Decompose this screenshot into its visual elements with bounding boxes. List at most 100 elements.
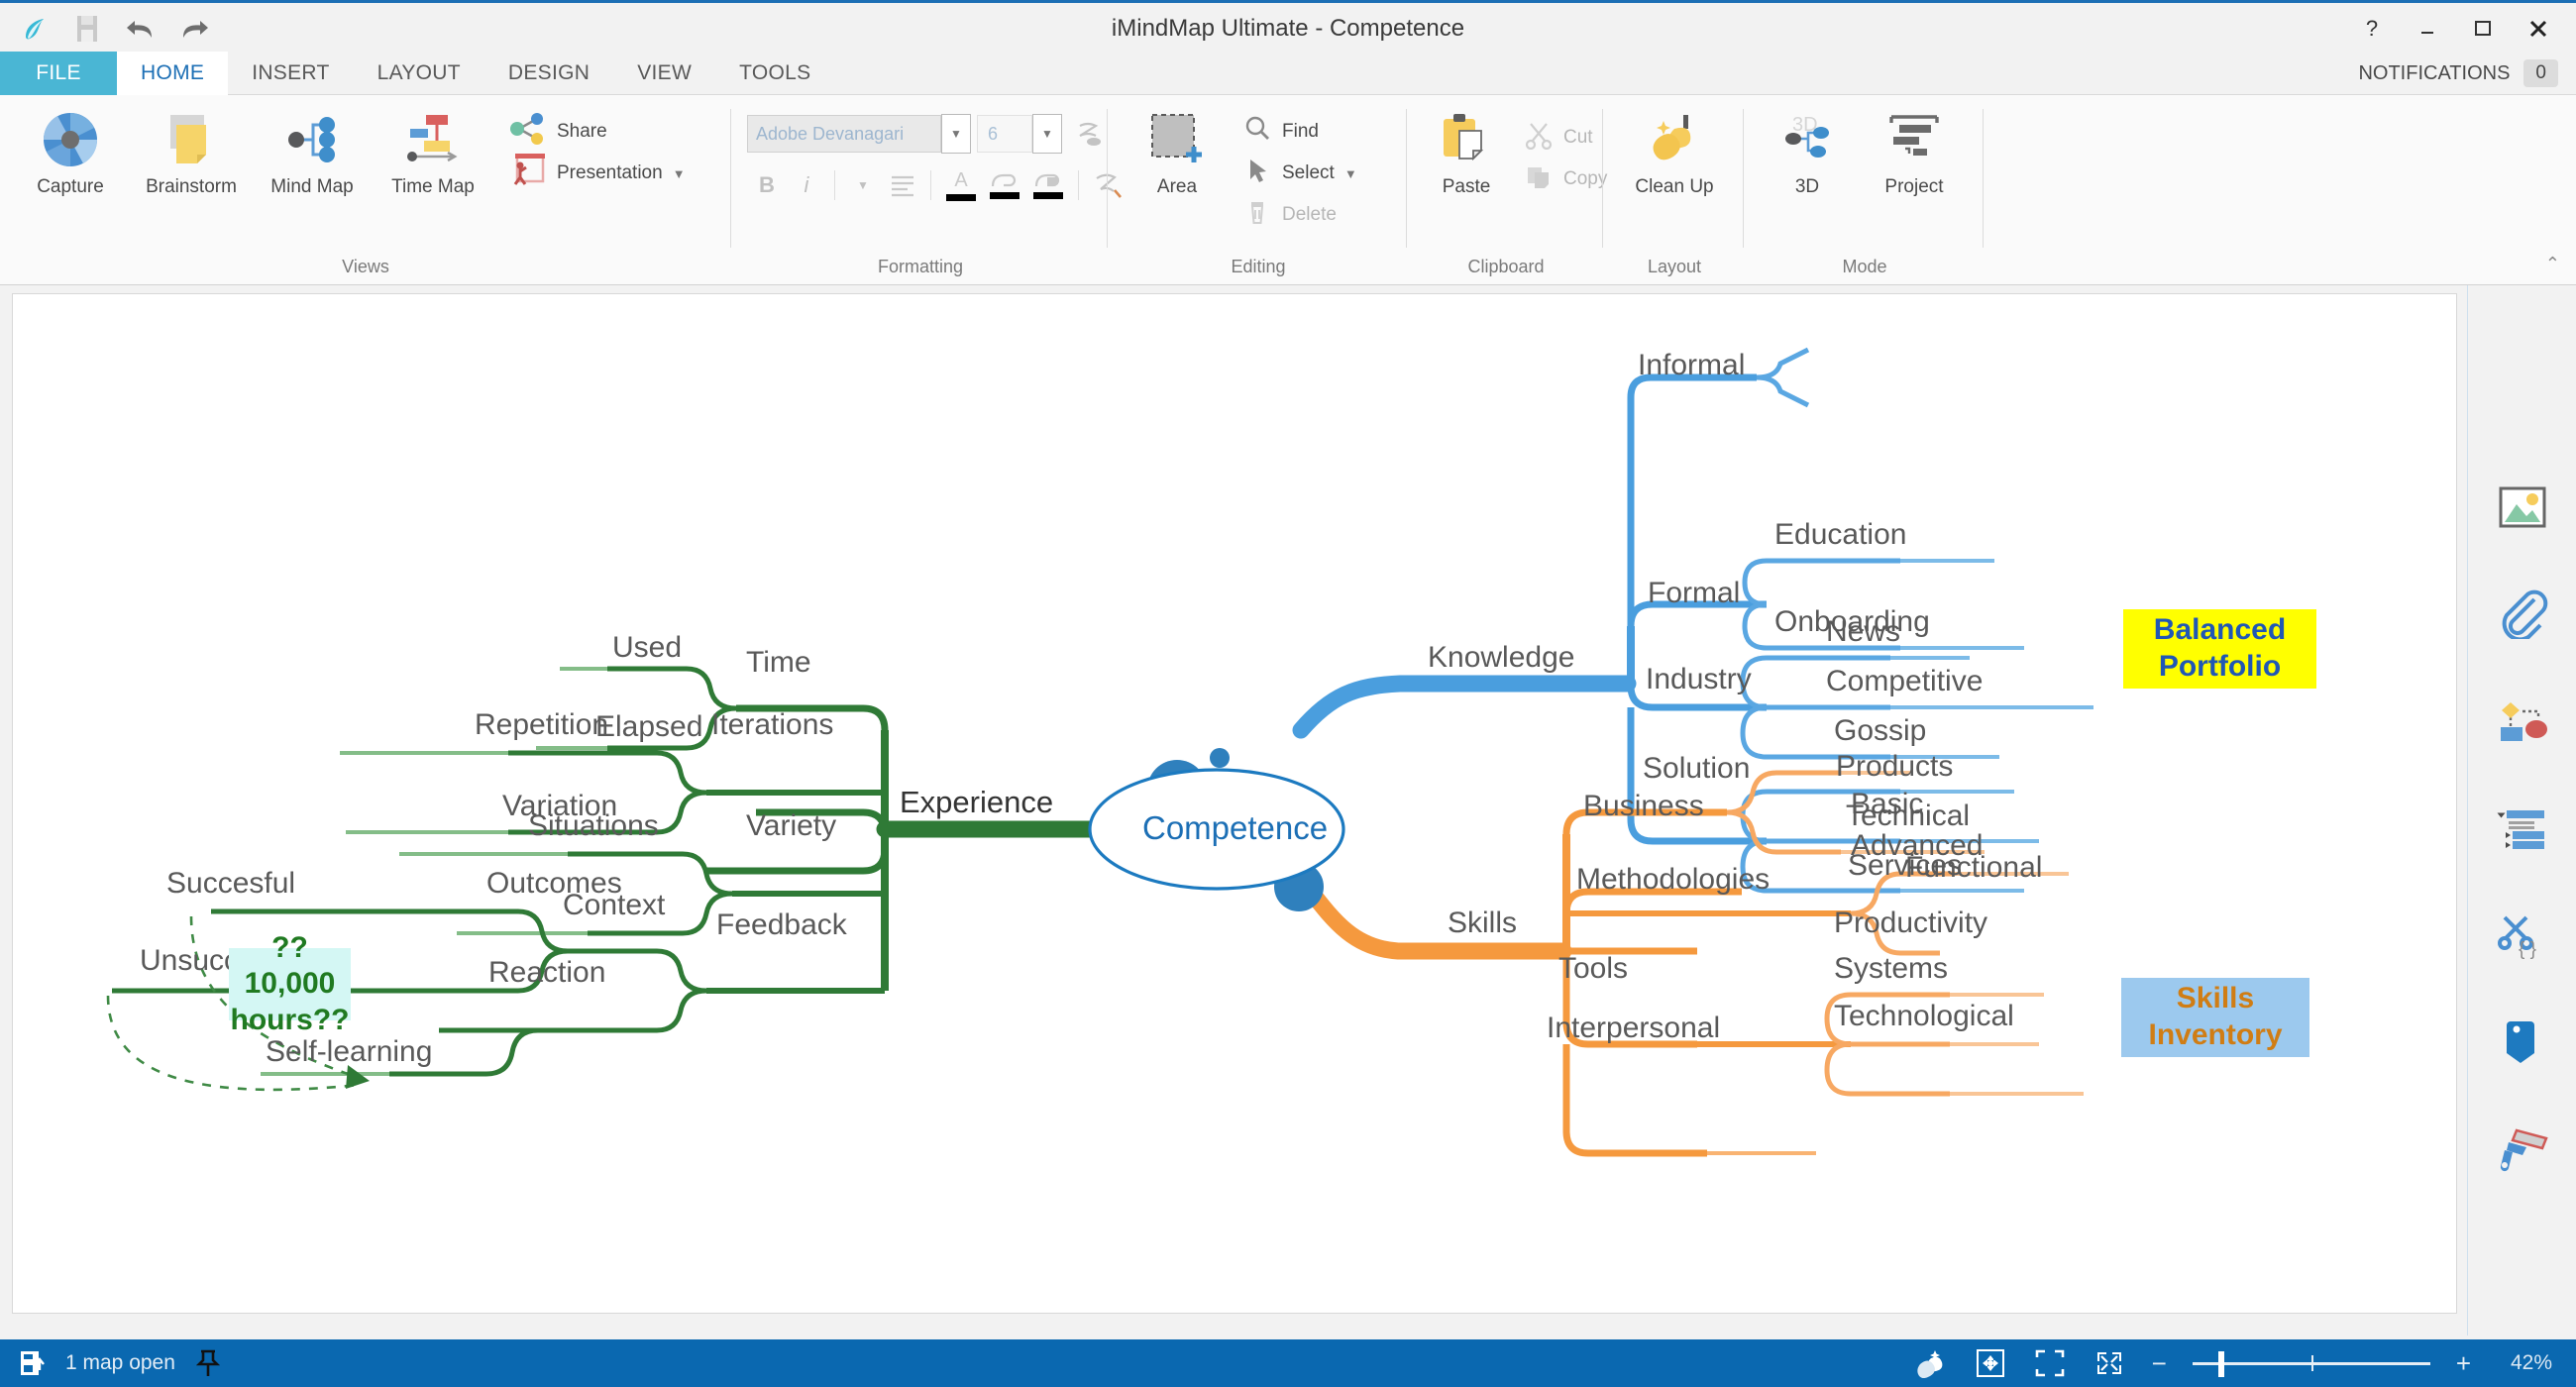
node-label-situations[interactable]: Situations (528, 809, 659, 843)
node-label-time[interactable]: Time (746, 646, 811, 680)
font-size-dropdown-icon[interactable]: ▼ (1032, 114, 1062, 154)
branch-color-button[interactable] (983, 164, 1026, 206)
node-label-succesful[interactable]: Succesful (166, 867, 295, 901)
timemap-button[interactable]: Time Map (373, 99, 493, 198)
branch-label-experience[interactable]: Experience (900, 785, 1053, 820)
node-label-used[interactable]: Used (612, 631, 682, 665)
zoom-slider[interactable] (2192, 1349, 2430, 1377)
textbox-skills-inventory[interactable]: Skills Inventory (2121, 978, 2309, 1057)
fullscreen-icon[interactable] (2093, 1346, 2126, 1380)
help-button[interactable]: ? (2344, 6, 2400, 52)
align-icon[interactable] (883, 164, 922, 206)
node-label-self-learning[interactable]: Self-learning (266, 1035, 432, 1069)
node-label-productivity[interactable]: Productivity (1834, 907, 1987, 940)
bold-button[interactable]: B (747, 164, 787, 206)
root-node-label[interactable]: Competence (1142, 809, 1328, 847)
node-label-education[interactable]: Education (1774, 518, 1906, 552)
node-label-informal[interactable]: Informal (1638, 349, 1745, 382)
brainstorm-button[interactable]: Brainstorm (131, 99, 252, 198)
tab-layout[interactable]: LAYOUT (354, 52, 484, 95)
mindmap-button[interactable]: Mind Map (252, 99, 373, 198)
presentation-button[interactable]: Presentation ▼ (499, 153, 694, 194)
notifications[interactable]: NOTIFICATIONS 0 (2358, 52, 2558, 95)
delete-button[interactable]: Delete (1234, 194, 1365, 236)
node-label-functional[interactable]: Functional (1905, 851, 2042, 885)
clean-up-button[interactable]: Clean Up (1613, 99, 1736, 198)
node-label-formal[interactable]: Formal (1648, 577, 1740, 610)
node-label-competitive[interactable]: Competitive (1826, 665, 1983, 698)
pin-icon[interactable] (191, 1346, 225, 1380)
line-spacing-icon[interactable] (1068, 113, 1108, 155)
textbox-hours[interactable]: ??10,000 hours?? (229, 931, 351, 1036)
font-size-input[interactable]: 6 (977, 115, 1032, 153)
node-label-basic[interactable]: Basic (1851, 788, 1923, 821)
select-chevron-down-icon[interactable]: ▼ (1344, 166, 1357, 181)
node-label-products[interactable]: Products (1836, 750, 1953, 784)
font-color-button[interactable]: A (939, 164, 983, 206)
ribbon-collapse-chevron-up-icon[interactable]: ⌃ (2545, 254, 2560, 274)
find-button[interactable]: Find (1234, 111, 1365, 153)
branch-label-knowledge[interactable]: Knowledge (1428, 641, 1574, 675)
tab-design[interactable]: DESIGN (484, 52, 613, 95)
align-dropdown-icon[interactable]: ▼ (843, 164, 883, 206)
node-label-gossip[interactable]: Gossip (1834, 714, 1926, 748)
node-label-elapsed[interactable]: Elapsed (595, 710, 702, 744)
zoom-slider-thumb[interactable] (2217, 1351, 2224, 1377)
minimize-button[interactable] (2400, 6, 2455, 52)
zoom-in-button[interactable]: + (2456, 1348, 2471, 1379)
select-button[interactable]: Select ▼ (1234, 153, 1365, 194)
tab-file[interactable]: FILE (0, 52, 117, 95)
flowchart-icon[interactable] (2491, 694, 2554, 749)
zoom-out-button[interactable]: − (2152, 1348, 2167, 1379)
node-label-tools[interactable]: Tools (1558, 952, 1628, 986)
node-label-iterations[interactable]: Iterations (711, 708, 833, 742)
center-map-icon[interactable] (1974, 1346, 2007, 1380)
brush-icon[interactable] (2491, 1121, 2554, 1177)
font-family-input[interactable]: Adobe Devanagari (747, 115, 941, 153)
node-label-news[interactable]: News (1826, 615, 1900, 649)
close-button[interactable] (2511, 6, 2566, 52)
clean-icon[interactable] (1914, 1346, 1948, 1380)
3d-button[interactable]: 3D 3D (1754, 99, 1861, 198)
presentation-chevron-down-icon[interactable]: ▼ (673, 166, 686, 181)
node-label-systems[interactable]: Systems (1834, 952, 1948, 986)
fill-color-button[interactable] (1026, 164, 1070, 206)
outline-icon[interactable] (2491, 800, 2554, 856)
node-label-solution[interactable]: Solution (1643, 752, 1750, 786)
node-label-outcomes[interactable]: Outcomes (486, 867, 622, 901)
tab-insert[interactable]: INSERT (228, 52, 353, 95)
mindmap-canvas[interactable]: Experience Time Used Elapsed Iterations … (12, 293, 2457, 1314)
node-label-industry[interactable]: Industry (1646, 663, 1752, 696)
capture-button[interactable]: Capture (10, 99, 131, 198)
textbox-balanced-portfolio[interactable]: Balanced Portfolio (2123, 609, 2316, 689)
maximize-button[interactable] (2455, 6, 2511, 52)
node-label-variety[interactable]: Variety (746, 809, 836, 843)
ribbon: Capture Brainstorm Mind Map Time Map Sha… (0, 95, 2576, 285)
snippet-scissors-icon[interactable]: { } (2491, 907, 2554, 963)
tab-view[interactable]: VIEW (613, 52, 715, 95)
image-icon[interactable] (2491, 480, 2554, 535)
area-button[interactable]: Area (1124, 99, 1231, 198)
node-label-methodologies[interactable]: Methodologies (1576, 863, 1770, 897)
node-label-repetition[interactable]: Repetition (475, 708, 608, 742)
font-family-dropdown-icon[interactable]: ▼ (941, 114, 971, 154)
node-label-feedback[interactable]: Feedback (716, 908, 847, 942)
tag-icon[interactable] (2491, 1014, 2554, 1070)
project-button[interactable]: Project (1861, 99, 1968, 198)
paperclip-icon[interactable] (2491, 587, 2554, 642)
cut-button[interactable]: Cut (1516, 117, 1615, 159)
tab-tools[interactable]: TOOLS (715, 52, 834, 95)
copy-button[interactable]: Copy (1516, 159, 1615, 200)
node-label-interpersonal[interactable]: Interpersonal (1547, 1012, 1720, 1045)
italic-button[interactable]: i (787, 164, 826, 206)
fit-screen-icon[interactable] (2033, 1346, 2067, 1380)
share-button[interactable]: Share (499, 111, 694, 153)
paste-button[interactable]: Paste (1419, 99, 1514, 198)
map-open-icon[interactable] (16, 1346, 50, 1380)
node-label-technological[interactable]: Technological (1834, 1000, 2014, 1033)
tab-home[interactable]: HOME (117, 52, 229, 95)
branch-label-skills[interactable]: Skills (1448, 907, 1517, 940)
node-label-reaction[interactable]: Reaction (488, 956, 605, 990)
maps-open-label: 1 map open (65, 1351, 175, 1374)
node-label-business[interactable]: Business (1583, 790, 1704, 823)
